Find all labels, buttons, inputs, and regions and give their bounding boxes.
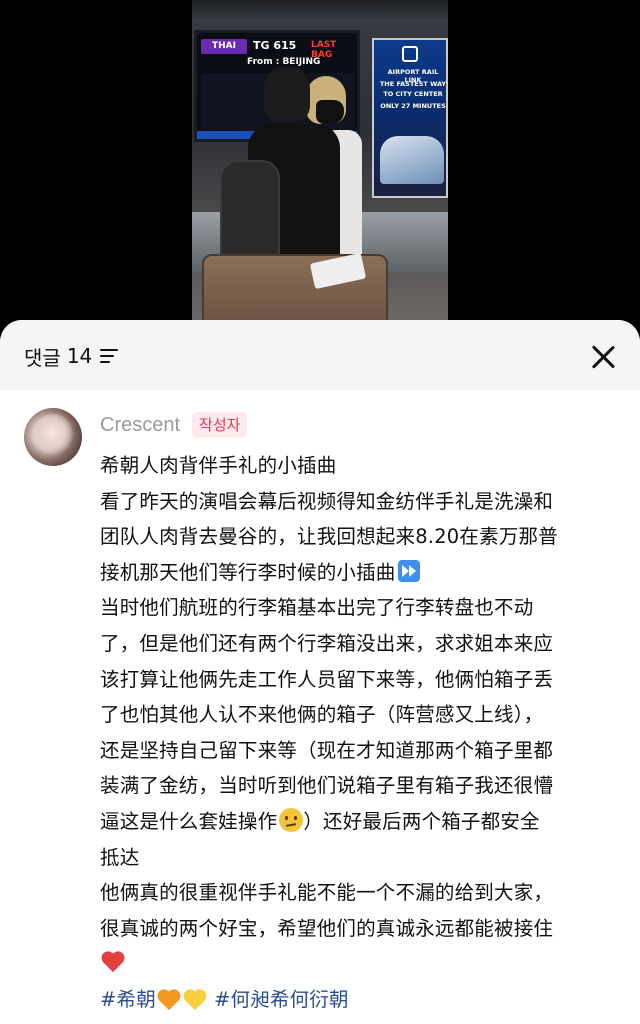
fast-forward-icon [397, 559, 420, 582]
comment-line: 抵达 [100, 845, 140, 869]
comments-label: 댓글 [24, 345, 61, 370]
train-image [380, 136, 444, 184]
rail-link-ad: AIRPORT RAIL LINK THE FASTEST WAY TO CIT… [372, 38, 448, 198]
comment-line: 很真诚的两个好宝，希望他们的真诚永远都能被接住 [100, 916, 554, 940]
close-button[interactable] [586, 340, 620, 374]
comment-line: 希朝人肉背伴手礼的小插曲 [100, 454, 337, 477]
comment-line: 当时他们航班的行李箱基本出完了行李转盘也不动 [100, 596, 534, 620]
comment-line [100, 946, 622, 982]
video-frame[interactable]: THAI TG 615 LAST BAG From : BEIJING AIRP… [192, 0, 448, 330]
yellow-heart-icon [182, 988, 208, 1012]
comments-sheet: 댓글 14 Crescent 작성자 希朝人肉背伴手礼的小插曲 看了昨天的演唱会… [0, 320, 640, 1024]
comment-line: 装满了金纺，当时听到他们说箱子里有箱子我还很懵 [100, 774, 554, 798]
face-mask [316, 100, 344, 124]
backpack [220, 160, 280, 264]
video-player[interactable]: THAI TG 615 LAST BAG From : BEIJING AIRP… [0, 0, 640, 340]
comment-line: 了，但是他们还有两个行李箱没出来，求求姐本来应 [100, 631, 554, 655]
author-badge: 작성자 [192, 412, 248, 438]
comments-header: 댓글 14 [0, 320, 640, 390]
comment-item: Crescent 작성자 希朝人肉背伴手礼的小插曲 看了昨天的演唱会幕后视频得知… [0, 390, 640, 1024]
avatar[interactable] [24, 408, 82, 466]
sort-lines-icon[interactable] [100, 349, 119, 363]
comment-author-row: Crescent 작성자 [100, 410, 248, 440]
board-header: THAI TG 615 LAST BAG [201, 37, 355, 60]
comments-count-value: 14 [66, 344, 93, 368]
hashtag-link[interactable]: #希朝 [100, 982, 156, 1018]
ad-line-4: ONLY 27 MINUTES [380, 102, 446, 110]
heart-on-fire-icon [100, 950, 126, 974]
comment-line: 了也怕其他人认不来他俩的箱子（阵营感又上线）， [100, 703, 544, 727]
hashtag-link[interactable]: #何昶希何衍朝 [214, 982, 349, 1018]
comment-count[interactable]: 댓글 14 [24, 342, 119, 370]
comment-line: 该打算让他俩先走工作人员留下来等，他俩怕箱子丢 [100, 667, 554, 691]
comment-author[interactable]: Crescent [100, 414, 180, 437]
comment-line: 还是坚持自己留下来等（现在才知道那两个箱子里都 [100, 738, 554, 762]
comment-line: 团队人肉背去曼谷的，让我回想起来8.20在素万那普 [100, 525, 558, 549]
ceiling [192, 0, 448, 22]
comment-line: 他俩真的很重视伴手礼能不能一个不漏的给到大家， [100, 881, 554, 905]
flight-number: TG 615 [253, 39, 297, 52]
comment-line: 逼这是什么套娃操作 ）还好最后两个箱子都安全 [100, 807, 540, 833]
orange-heart-icon [156, 988, 182, 1012]
comment-line: 看了昨天的演唱会幕后视频得知金纺伴手礼是洗澡和 [100, 489, 554, 513]
airline-logo: THAI [201, 39, 247, 54]
person-dark-head [264, 66, 310, 122]
ad-line-3: TO CITY CENTER [383, 90, 443, 98]
ad-line-2: THE FASTEST WAY [379, 80, 447, 88]
comment-tags: #希朝 #何昶希何衍朝 [100, 982, 622, 1018]
comment-body: 希朝人肉背伴手礼的小插曲 看了昨天的演唱会幕后视频得知金纺伴手礼是洗澡和 团队人… [100, 448, 622, 1018]
comment-line: 接机那天他们等行李时候的小插曲 [100, 555, 622, 591]
raised-eyebrow-face-icon [279, 807, 304, 832]
train-icon [402, 46, 418, 62]
